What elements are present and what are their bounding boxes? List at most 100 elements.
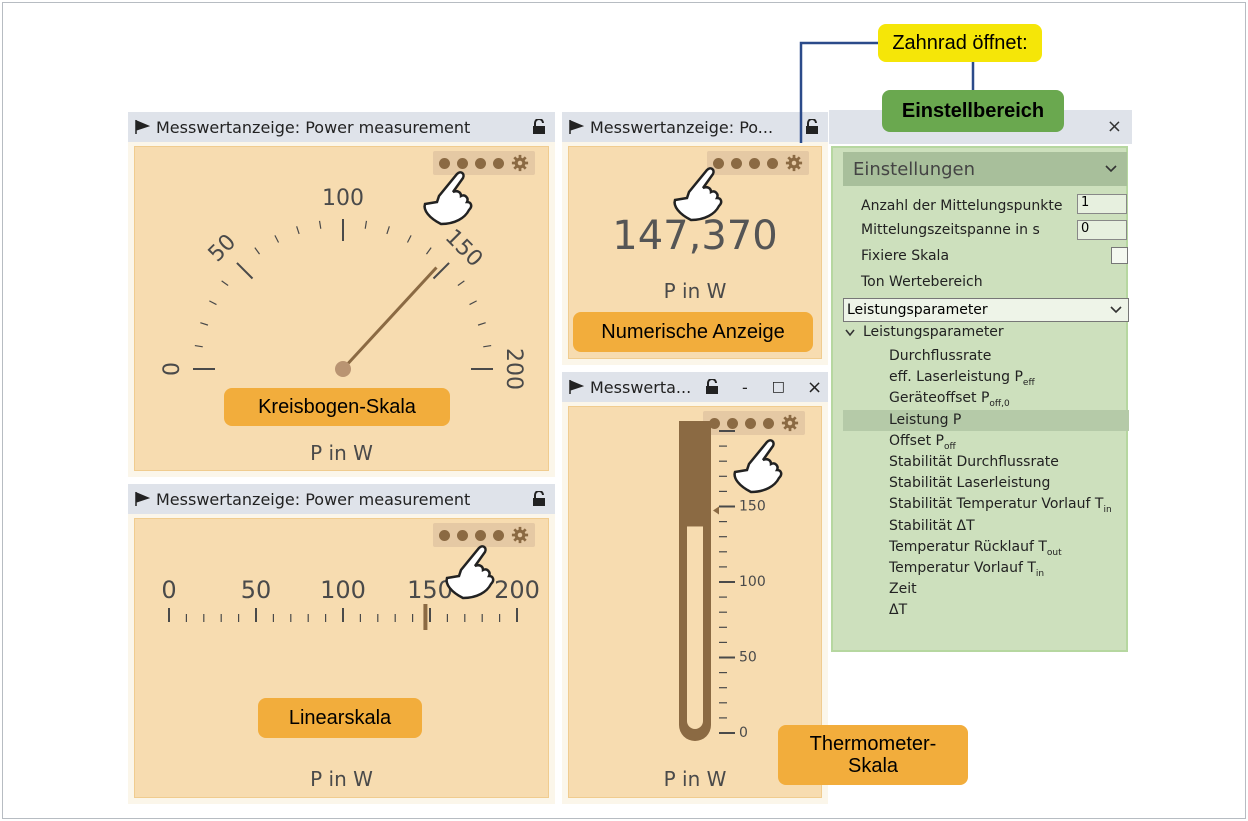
tree-item-subscript: in	[1103, 505, 1112, 516]
hand-pointer-icon	[423, 171, 473, 226]
arc-major-tick	[432, 262, 450, 280]
tree-item-subscript: eff	[1022, 377, 1035, 388]
thermo-window-titlebar[interactable]: Messwerta... - □ ×	[562, 372, 828, 402]
tree-item-subscript: in	[1035, 568, 1045, 579]
tree-item-label: Zeit	[889, 581, 917, 598]
tree-item[interactable]: Temperatur Rücklauf Tout	[889, 539, 1062, 558]
thermo-tick-label: 100	[739, 574, 766, 590]
arc-minor-tick	[457, 280, 465, 287]
tree-expand-icon[interactable]	[845, 329, 855, 337]
arc-minor-tick	[274, 235, 280, 243]
tree-item-label: ΔT	[889, 602, 908, 619]
flag-icon	[135, 119, 150, 134]
tree-item[interactable]: Temperatur Vorlauf Tin	[889, 560, 1044, 579]
avg-time-input[interactable]: 0	[1077, 220, 1127, 240]
hand-pointer-icon	[445, 545, 495, 600]
tree-item[interactable]: Durchflussrate	[889, 348, 991, 364]
tree-item-label: Geräteoffset P	[889, 390, 990, 407]
tree-item[interactable]: Stabilität ΔT	[889, 518, 975, 534]
label-fix-scale: Fixiere Skala	[861, 248, 950, 264]
tree-item-label: Offset P	[889, 432, 944, 449]
linear-tick-label: 50	[241, 576, 272, 604]
callout-thermo-line1: Thermometer-	[809, 733, 937, 755]
callout-numerisch: Numerische Anzeige	[573, 312, 813, 352]
arc-minor-tick	[296, 226, 300, 235]
tree-item[interactable]: ΔT	[889, 602, 907, 618]
numeric-window-title: Messwertanzeige: Po...	[590, 117, 774, 137]
hand-pointer-icon	[733, 439, 783, 494]
hand-pointer-icon	[673, 167, 723, 222]
tree-item-label: Stabilität Durchflussrate	[889, 454, 1059, 470]
dot-icon[interactable]	[731, 157, 742, 169]
arc-minor-tick	[194, 344, 203, 348]
linear-tick-label: 200	[494, 576, 540, 604]
tree-item-subscript: off	[943, 441, 956, 452]
arc-tick-label: 200	[501, 348, 526, 390]
gear-icon[interactable]	[785, 154, 803, 172]
tree-item-label: Temperatur Rücklauf T	[889, 538, 1047, 555]
callout-kreisbogen: Kreisbogen-Skala	[224, 388, 450, 426]
tree-item[interactable]: Geräteoffset Poff,0	[889, 390, 1010, 409]
thermometer-value-marker	[713, 506, 719, 515]
label-avg-points: Anzahl der Mittelungspunkte	[861, 198, 1063, 214]
tree-item[interactable]: Offset Poff	[889, 433, 956, 452]
settings-body: Einstellungen Anzahl der Mittelungspunkt…	[831, 146, 1129, 652]
chevron-down-icon	[1105, 165, 1117, 173]
arc-minor-tick	[254, 247, 261, 255]
dot-icon[interactable]	[767, 157, 778, 169]
callout-gear-opens: Zahnrad öffnet:	[878, 24, 1042, 62]
parameter-select-value: Leistungsparameter	[847, 302, 988, 318]
parameter-select[interactable]: Leistungsparameter	[843, 298, 1129, 322]
tree-item[interactable]: Stabilität Laserleistung	[889, 475, 1050, 491]
lock-icon[interactable]	[531, 491, 547, 507]
tree-selection-highlight	[843, 409, 1129, 431]
callout-thermometer: Thermometer- Skala	[778, 725, 968, 785]
tree-item-subscript: off,0	[989, 399, 1010, 410]
arc-minor-tick	[425, 247, 432, 255]
linear-window-titlebar[interactable]: Messwertanzeige: Power measurement	[128, 484, 555, 514]
close-button[interactable]: ×	[807, 377, 822, 398]
settings-section-title: Einstellungen	[853, 158, 976, 180]
linear-window-title: Messwertanzeige: Power measurement	[156, 489, 471, 509]
settings-section-header[interactable]: Einstellungen	[843, 152, 1127, 186]
callout-linear: Linearskala	[258, 698, 422, 738]
tree-item-label: Temperatur Vorlauf T	[889, 560, 1036, 576]
flag-icon	[569, 379, 584, 394]
chevron-down-icon	[1110, 306, 1122, 314]
fix-scale-checkbox[interactable]	[1111, 247, 1128, 264]
tree-item[interactable]: Zeit	[889, 581, 917, 597]
arc-window-titlebar[interactable]: Messwertanzeige: Power measurement	[128, 112, 555, 142]
flag-icon	[135, 491, 150, 506]
arc-minor-tick	[209, 300, 217, 306]
linear-scale-window: Messwertanzeige: Power measurement 0 50 10…	[128, 484, 555, 804]
tree-item[interactable]: Stabilität Durchflussrate	[889, 454, 1059, 470]
arc-needle-hub	[335, 361, 351, 377]
callout-settings-area: Einstellbereich	[882, 90, 1064, 132]
tree-root-label[interactable]: Leistungsparameter	[863, 324, 1004, 340]
arc-minor-tick	[406, 235, 412, 243]
maximize-button[interactable]: □	[772, 379, 785, 395]
numeric-unit-label: P in W	[663, 279, 727, 303]
lock-icon[interactable]	[704, 379, 720, 395]
thermo-tick-label: 0	[739, 725, 748, 741]
minimize-button[interactable]: -	[742, 378, 748, 397]
arc-minor-tick	[200, 322, 209, 326]
tree-item[interactable]: eff. Laserleistung Peff	[889, 369, 1035, 388]
numeric-window-titlebar[interactable]: Messwertanzeige: Po...	[562, 112, 828, 142]
tree-item[interactable]: Leistung P	[889, 412, 961, 428]
thermo-window-title: Messwerta...	[590, 377, 692, 397]
lock-icon[interactable]	[531, 119, 547, 135]
settings-close-button[interactable]: ×	[1107, 116, 1122, 137]
tree-item[interactable]: Stabilität Temperatur Vorlauf Tin	[889, 496, 1112, 515]
callout-thermo-line2: Skala	[847, 755, 899, 777]
lock-icon[interactable]	[804, 119, 820, 135]
arc-major-tick	[236, 262, 254, 280]
tree-item-label: Stabilität ΔT	[889, 517, 975, 534]
linear-unit-label: P in W	[310, 767, 373, 791]
dot-icon[interactable]	[749, 157, 760, 169]
linear-tick-label: 100	[320, 576, 366, 604]
tree-item-label: Stabilität Laserleistung	[889, 475, 1051, 492]
arc-tick-label: 100	[322, 186, 364, 211]
tree-item-label: Stabilität Temperatur Vorlauf T	[889, 496, 1104, 513]
avg-points-input[interactable]: 1	[1077, 194, 1127, 214]
